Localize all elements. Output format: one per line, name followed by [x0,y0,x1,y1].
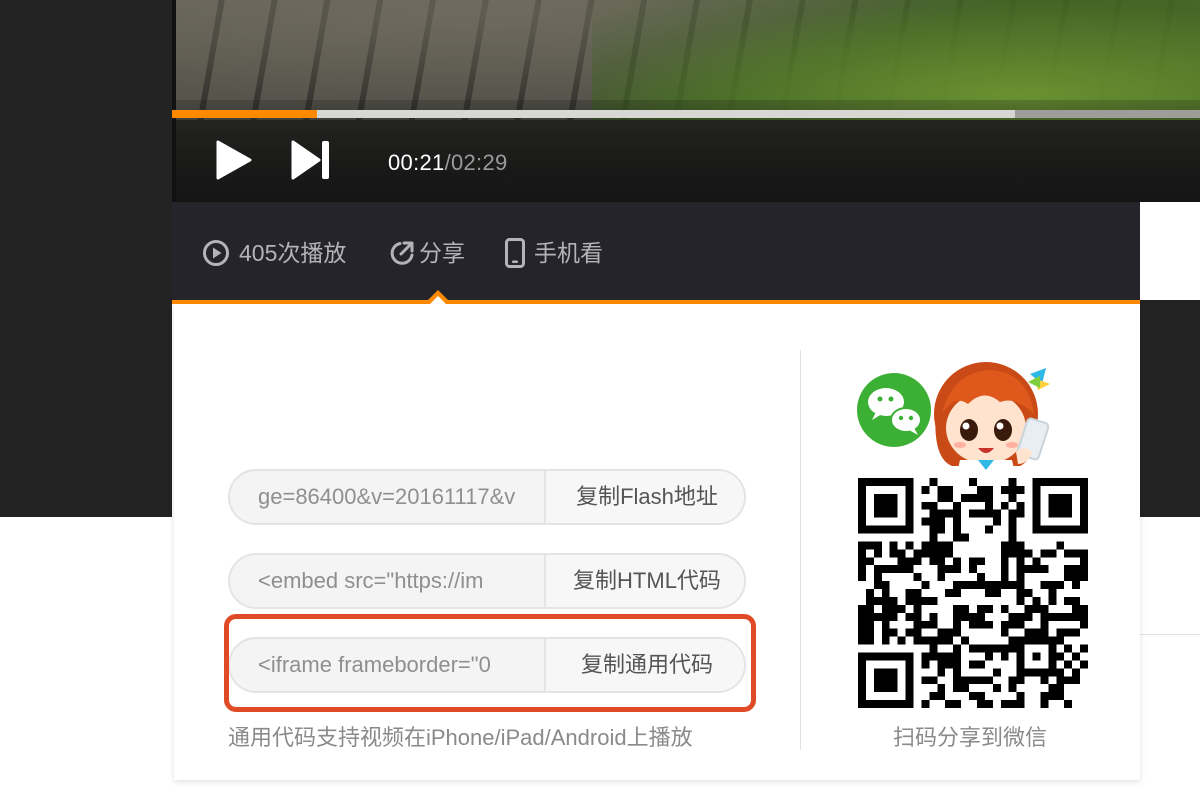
mascot-illustration [857,362,1050,478]
watch-on-phone-button[interactable]: 手机看 [504,238,603,268]
progress-played [172,110,317,118]
video-edge [172,0,176,202]
share-panel-pointer-fill [430,296,446,304]
share-button[interactable]: 分享 [388,238,465,268]
highlight-box [224,614,756,712]
play-count: 405次播放 [202,238,346,268]
qr-caption: 扫码分享到微信 [892,725,1047,750]
html-code-input[interactable] [230,555,544,607]
panel-divider [800,350,801,750]
current-time: 00:21 [388,150,445,175]
total-duration: 02:29 [450,150,508,175]
flash-url-input[interactable] [230,471,544,523]
share-label: 分享 [419,240,465,266]
wechat-icon [857,373,931,447]
play-count-label: 405次播放 [239,240,347,266]
video-player[interactable]: 00:21/02:29 [172,0,1200,202]
video-info-bar: 405次播放 分享 手机看 [172,202,1140,302]
phone-icon [505,238,525,268]
skip-next-icon [291,140,329,180]
progress-bar[interactable] [172,110,1200,118]
copy-flash-button[interactable]: 复制Flash地址 [544,471,744,523]
playback-time: 00:21/02:29 [388,150,508,176]
page-right-background [1140,300,1200,517]
copy-html-button[interactable]: 复制HTML代码 [544,555,744,607]
flash-url-field: 复制Flash地址 [228,469,746,525]
universal-code-note: 通用代码支持视频在iPhone/iPad/Android上播放 [228,725,693,750]
share-panel: 复制Flash地址 复制HTML代码 复制通用代码 通用代码支持视频在iPhon… [174,304,1140,780]
next-button[interactable] [290,139,334,181]
share-icon [390,241,414,265]
html-code-field: 复制HTML代码 [228,553,746,609]
play-circle-icon [203,240,229,266]
page-left-background [0,0,172,517]
play-icon [216,140,252,180]
page-divider-line [1140,634,1200,635]
play-button[interactable] [214,139,254,181]
qr-code [858,478,1088,708]
watch-on-phone-label: 手机看 [534,240,603,266]
